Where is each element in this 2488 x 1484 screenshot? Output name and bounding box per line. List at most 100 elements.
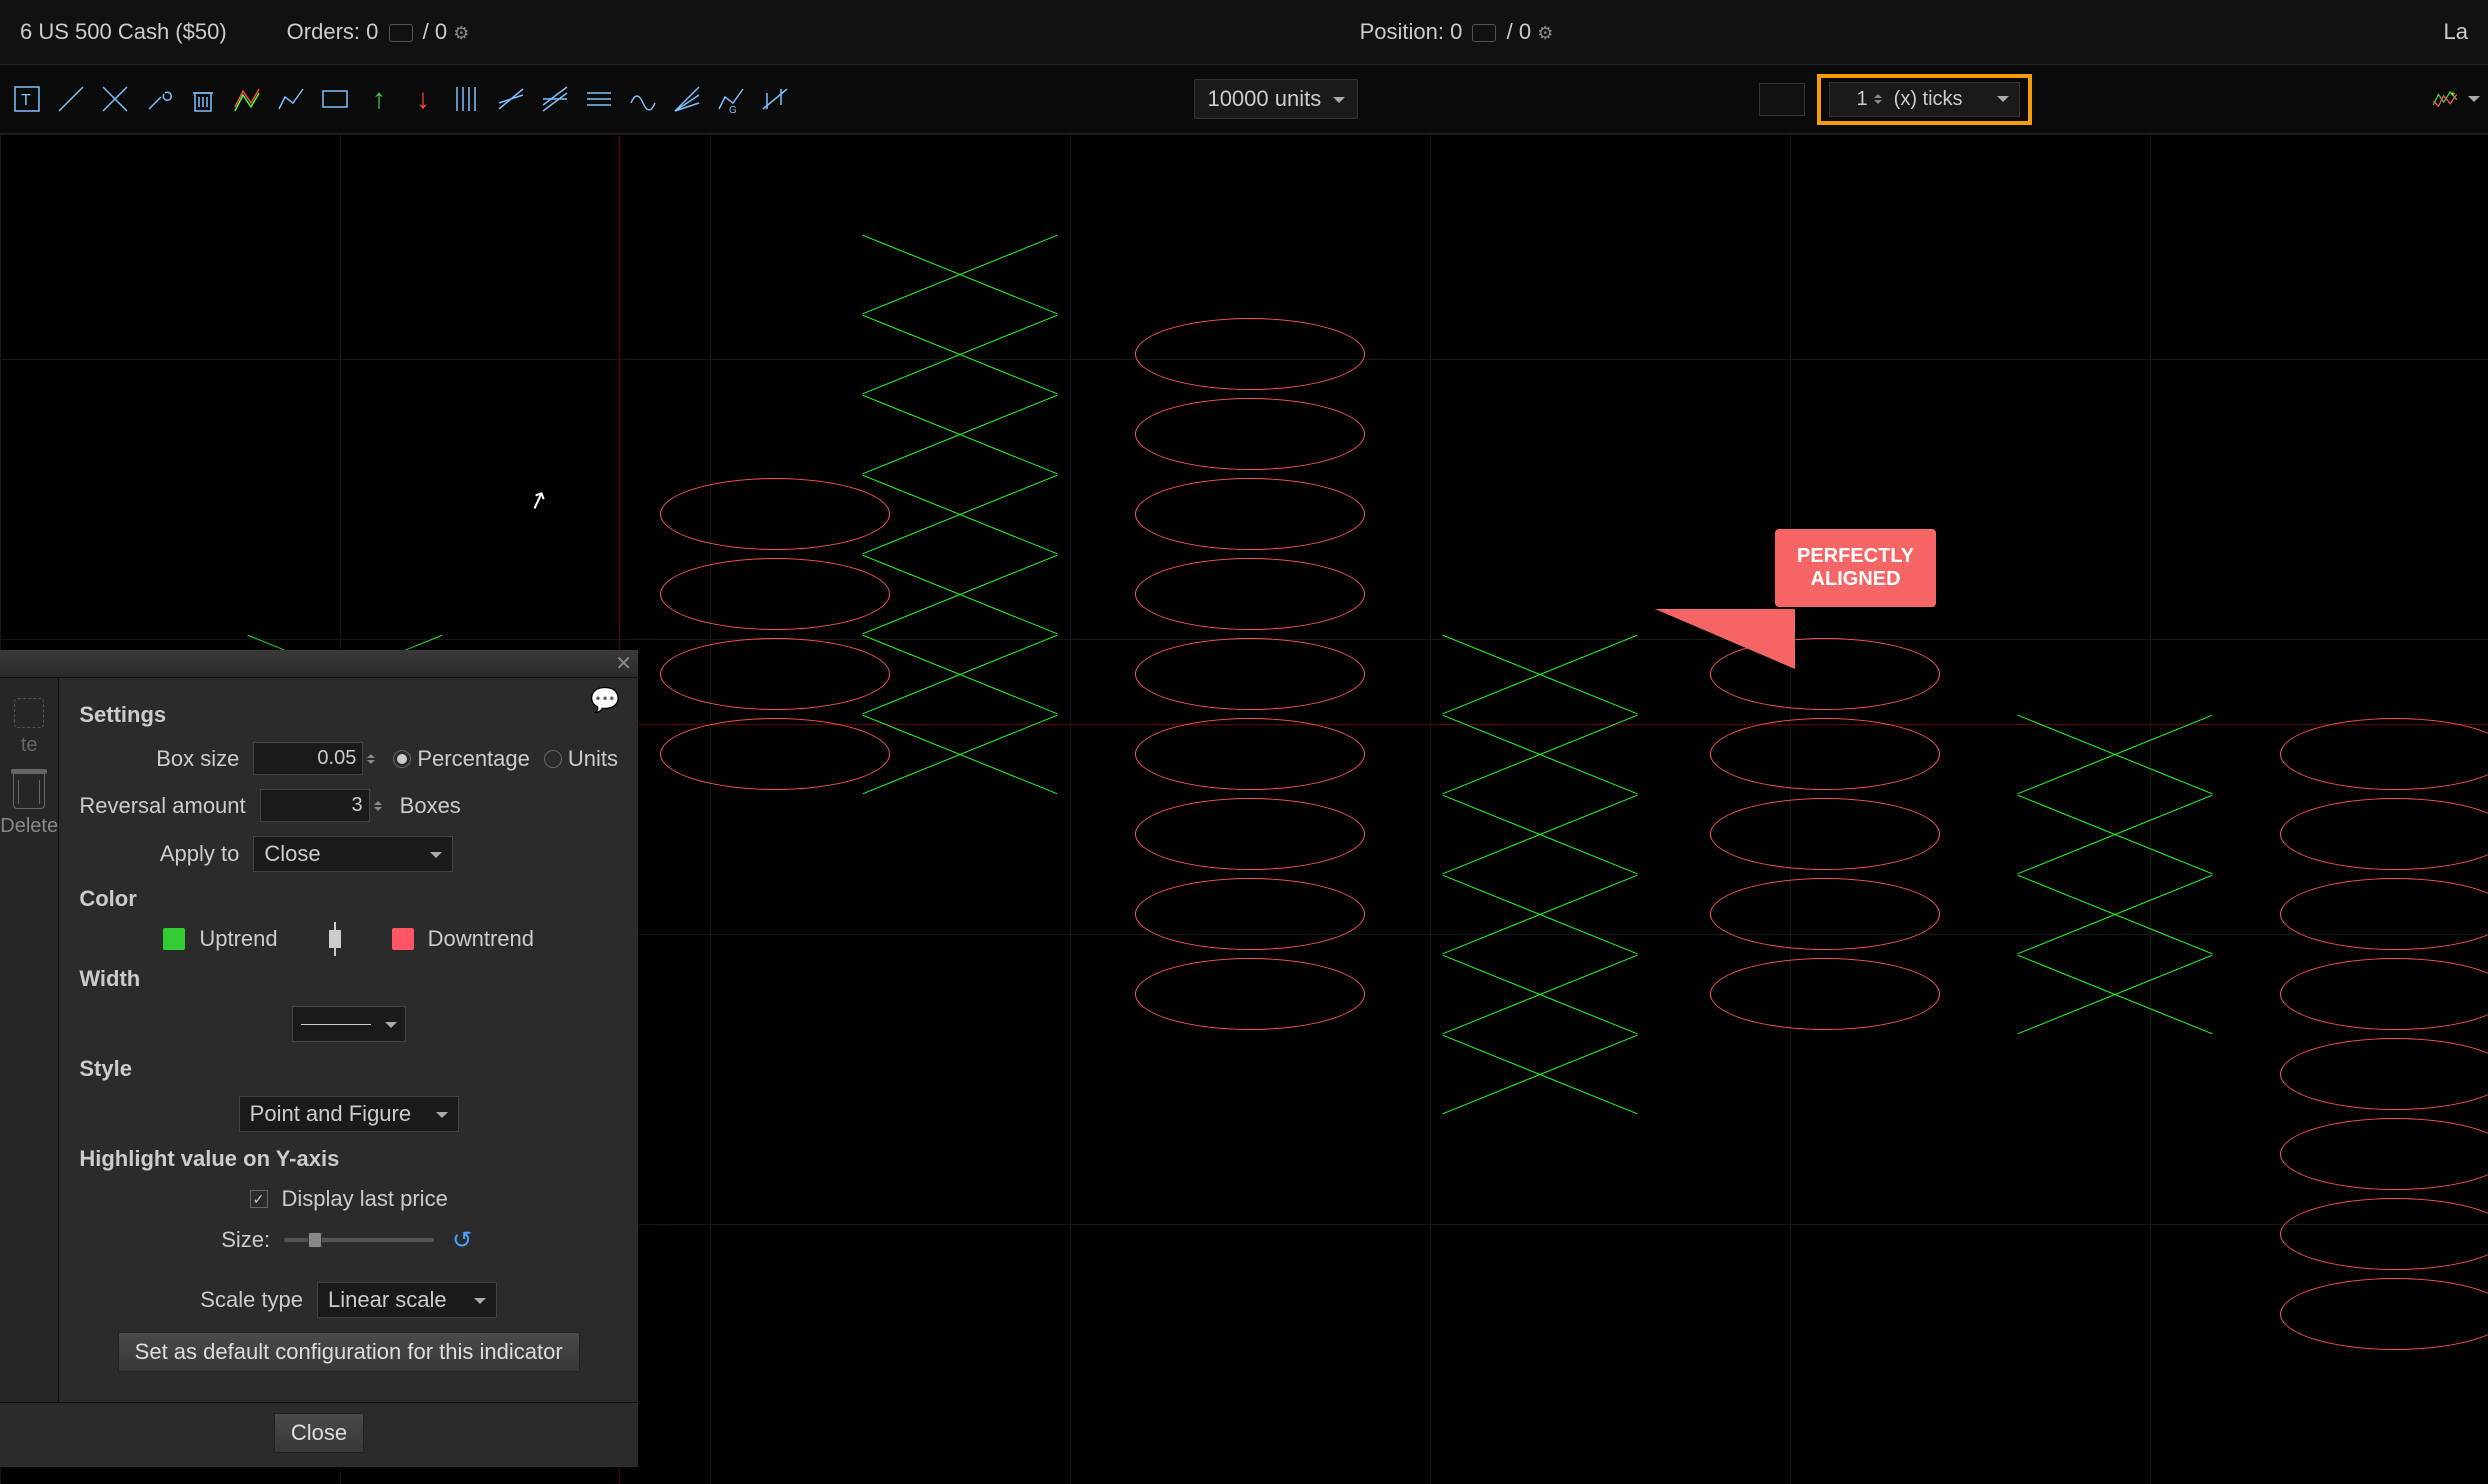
grid-line-horizontal <box>0 134 2488 135</box>
extension-tool-icon[interactable] <box>756 80 794 118</box>
help-bubble-icon[interactable]: 💬 <box>590 686 620 715</box>
slider-thumb[interactable] <box>308 1232 322 1248</box>
trash-tool-icon[interactable] <box>184 80 222 118</box>
orders-display: Orders: 0 / 0 <box>287 19 470 45</box>
callout-text: PERFECTLY ALIGNED <box>1775 529 1936 607</box>
pnf-o-box <box>1105 314 1395 394</box>
regression-tool-icon[interactable] <box>492 80 530 118</box>
scale-type-label: Scale type <box>200 1287 303 1313</box>
fan-tool-icon[interactable] <box>668 80 706 118</box>
wave-tool-icon[interactable] <box>624 80 662 118</box>
pnf-x-box <box>815 474 1105 554</box>
chevron-down-icon <box>1327 86 1345 112</box>
units-select[interactable]: 10000 units <box>1194 79 1358 119</box>
annotation-callout[interactable]: PERFECTLY ALIGNED <box>1775 529 1936 607</box>
kbd-icon <box>389 24 413 42</box>
ticks-highlight: (x) ticks <box>1817 74 2032 125</box>
pnf-o-box <box>2250 874 2488 954</box>
gann-tool-icon[interactable]: G <box>712 80 750 118</box>
text-tool-icon[interactable]: T <box>8 80 46 118</box>
ticks-quantity-select[interactable]: (x) ticks <box>1829 82 2020 117</box>
width-heading: Width <box>79 966 618 992</box>
size-slider[interactable] <box>284 1238 434 1242</box>
channel-tool-icon[interactable] <box>448 80 486 118</box>
radio-units[interactable]: Units <box>544 746 618 772</box>
uptrend-swatch[interactable] <box>163 928 185 950</box>
sidebar-item-first[interactable]: te <box>0 690 58 765</box>
pitchfork-tool-icon[interactable] <box>536 80 574 118</box>
right-tag: La <box>2444 19 2468 45</box>
cursor-icon: ↖ <box>524 483 553 517</box>
pnf-x-box <box>815 634 1105 714</box>
zigzag-tool-icon[interactable] <box>228 80 266 118</box>
top-info-bar: 6 US 500 Cash ($50) Orders: 0 / 0 Positi… <box>0 0 2488 64</box>
apply-to-label: Apply to <box>79 841 239 867</box>
pnf-x-box <box>1395 1034 1685 1114</box>
pnf-o-box <box>1105 554 1395 634</box>
pnf-x-box <box>815 234 1105 314</box>
add-indicator-button[interactable]: + <box>2432 80 2480 118</box>
pnf-x-box <box>1395 714 1685 794</box>
pnf-x-box <box>1970 874 2260 954</box>
pnf-o-box <box>1680 794 1970 874</box>
width-select[interactable] <box>292 1006 406 1042</box>
box-size-input[interactable] <box>253 742 363 775</box>
ticks-search[interactable] <box>1759 83 1805 116</box>
dialog-title-bar[interactable]: ✕ <box>0 650 638 678</box>
dialog-sidebar: te Delete <box>0 678 59 1402</box>
ticks-qty-input[interactable] <box>1840 87 1870 112</box>
display-last-checkbox[interactable]: ✓ <box>250 1190 268 1208</box>
gear-icon[interactable] <box>453 19 469 44</box>
gear-icon[interactable] <box>1537 19 1553 44</box>
set-default-button[interactable]: Set as default configuration for this in… <box>118 1332 580 1372</box>
pnf-column-up <box>1395 634 1685 1114</box>
crosshair-tool-icon[interactable] <box>96 80 134 118</box>
lines-tool-icon[interactable] <box>580 80 618 118</box>
pnf-o-box <box>1105 794 1395 874</box>
pnf-o-box <box>2250 954 2488 1034</box>
close-button[interactable]: Close <box>274 1413 364 1453</box>
spinner-icon[interactable] <box>367 750 375 768</box>
chevron-down-icon <box>379 1011 397 1037</box>
chevron-down-icon <box>424 841 442 867</box>
spinner-icon[interactable] <box>374 797 382 815</box>
radio-percentage[interactable]: Percentage <box>393 746 530 772</box>
wrench-tool-icon[interactable] <box>140 80 178 118</box>
reversal-label: Reversal amount <box>79 793 245 819</box>
svg-text:G: G <box>729 105 737 115</box>
instrument-name: 6 US 500 Cash ($50) <box>20 19 227 45</box>
pnf-o-box <box>1105 634 1395 714</box>
color-heading: Color <box>79 886 618 912</box>
size-label: Size: <box>221 1227 270 1253</box>
pnf-x-box <box>1395 794 1685 874</box>
settings-heading: Settings <box>79 702 618 728</box>
arrow-up-icon[interactable]: ↑ <box>360 80 398 118</box>
pnf-x-box <box>815 714 1105 794</box>
downtrend-swatch[interactable] <box>392 928 414 950</box>
trend-tool-icon[interactable] <box>272 80 310 118</box>
candle-icon[interactable] <box>326 926 344 952</box>
pnf-x-box <box>1970 954 2260 1034</box>
trash-icon <box>13 773 45 809</box>
reset-icon[interactable]: ↺ <box>448 1226 476 1254</box>
svg-text:+: + <box>2450 89 2455 99</box>
pnf-o-box <box>1105 874 1395 954</box>
line-tool-icon[interactable] <box>52 80 90 118</box>
style-heading: Style <box>79 1056 618 1082</box>
style-select[interactable]: Point and Figure <box>239 1096 459 1132</box>
pnf-o-box <box>1680 714 1970 794</box>
ticks-group: (x) ticks <box>1759 74 2032 125</box>
sidebar-item-delete[interactable]: Delete <box>0 765 58 846</box>
scale-type-select[interactable]: Linear scale <box>317 1282 497 1318</box>
chevron-down-icon <box>1991 88 2009 111</box>
pnf-o-box <box>1105 714 1395 794</box>
grid-line-vertical <box>710 134 711 1484</box>
pnf-x-box <box>815 314 1105 394</box>
apply-to-select[interactable]: Close <box>253 836 453 872</box>
arrow-down-icon[interactable]: ↓ <box>404 80 442 118</box>
close-icon[interactable]: ✕ <box>615 651 632 676</box>
spinner-icon[interactable] <box>1874 90 1882 108</box>
rect-tool-icon[interactable] <box>316 80 354 118</box>
pnf-x-box <box>1395 954 1685 1034</box>
reversal-input[interactable] <box>260 789 370 822</box>
